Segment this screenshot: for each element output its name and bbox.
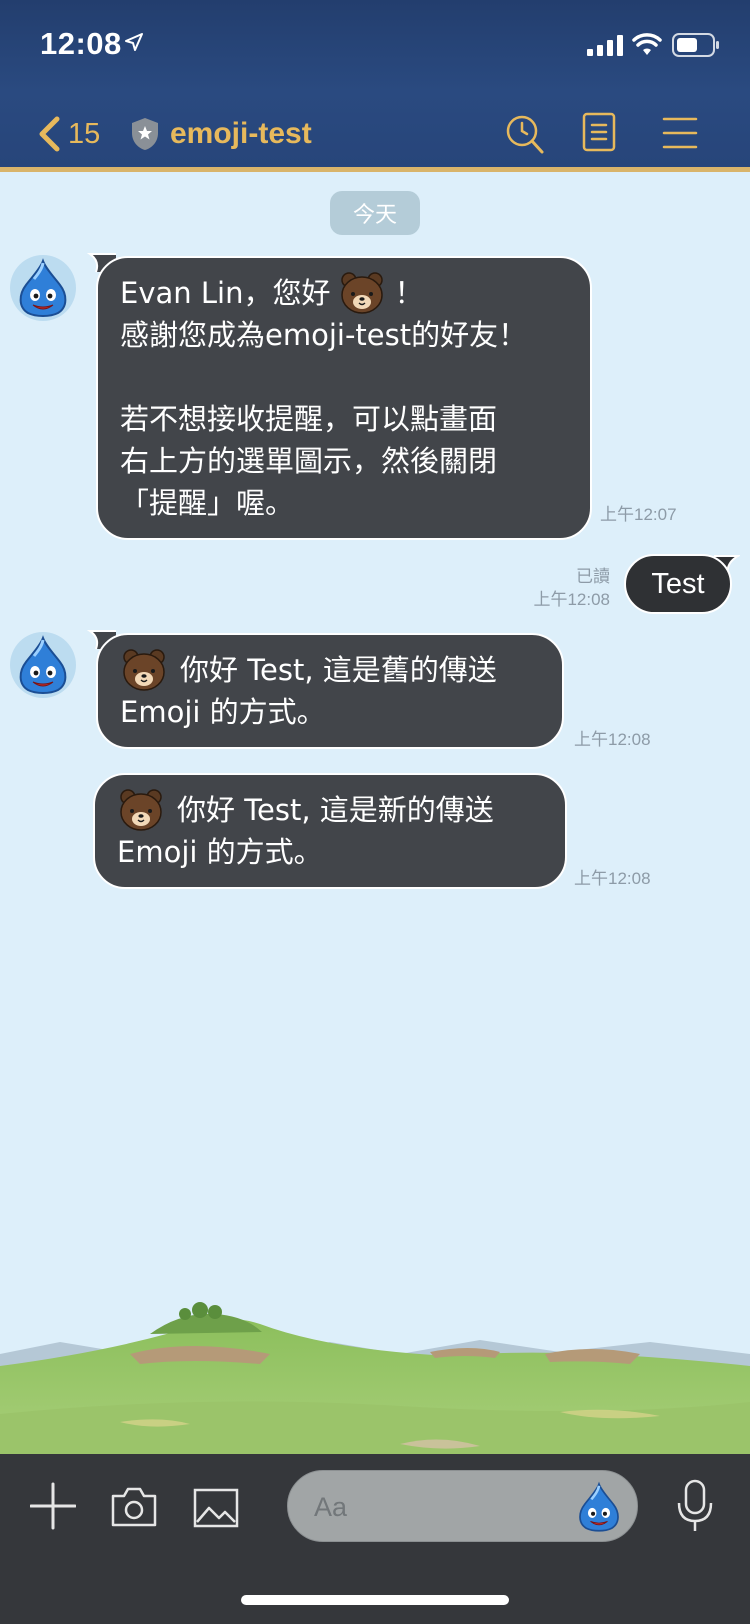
menu-icon[interactable]: [662, 116, 698, 150]
chat-title-group[interactable]: emoji-test: [130, 112, 312, 156]
read-receipt: 已讀: [576, 567, 610, 586]
search-icon[interactable]: [505, 112, 545, 156]
chat-header: 12:08 15 emoji-test: [0, 0, 750, 172]
input-toolbar: [0, 1454, 750, 1624]
nav-bar: 15 emoji-test: [0, 106, 750, 162]
bot-avatar[interactable]: [10, 632, 76, 698]
message-line: 「提醒」喔。: [120, 486, 295, 520]
brown-bear-emoji-icon: [120, 646, 168, 694]
location-arrow-icon: [125, 33, 143, 51]
message-timestamp: 上午12:08: [533, 590, 610, 609]
chevron-left-icon: [39, 116, 60, 152]
message-line: Emoji 的方式。: [117, 835, 323, 869]
camera-icon[interactable]: [110, 1486, 158, 1528]
slime-avatar-icon: [10, 255, 76, 321]
landscape-background: [0, 1302, 750, 1454]
message-input-box: [287, 1470, 638, 1543]
status-time: 12:08: [40, 26, 122, 61]
message-line: 右上方的選單圖示，然後關閉: [120, 444, 498, 478]
date-separator: 今天: [330, 191, 420, 235]
message-line: 若不想接收提醒，可以點畫面: [120, 402, 498, 436]
message-text: ！: [394, 276, 424, 310]
message-line: Evan Lin，您好 ！: [120, 272, 568, 314]
unread-count: 15: [68, 117, 101, 150]
plus-icon[interactable]: [30, 1482, 76, 1530]
slime-avatar-icon: [10, 632, 76, 698]
outgoing-message[interactable]: Test: [624, 554, 732, 614]
cellular-signal-icon: [587, 35, 623, 56]
sticker-emoji-icon[interactable]: [571, 1479, 627, 1535]
microphone-icon[interactable]: [675, 1479, 715, 1533]
message-input[interactable]: [314, 1471, 584, 1543]
message-line: 你好 Test, 這是新的傳送: [117, 789, 543, 831]
message-timestamp: 上午12:08: [574, 869, 651, 888]
message-line: 感謝您成為emoji-test的好友！: [120, 318, 528, 352]
official-account-shield-icon: [132, 118, 158, 150]
brown-bear-emoji-icon: [338, 269, 386, 317]
incoming-message-2[interactable]: 你好 Test, 這是舊的傳送 Emoji 的方式。: [96, 633, 564, 749]
back-button[interactable]: 15: [38, 112, 100, 156]
incoming-message-1[interactable]: Evan Lin，您好 ！ 感謝您成為emoji-test的好友！ 若不想接收提…: [96, 256, 592, 540]
message-text: 你好 Test, 這是新的傳送: [177, 793, 494, 827]
home-indicator[interactable]: [241, 1595, 509, 1605]
notes-icon[interactable]: [582, 112, 616, 152]
status-bar: 12:08: [0, 0, 750, 92]
wifi-icon: [632, 33, 662, 55]
image-icon[interactable]: [193, 1488, 239, 1528]
message-line: 你好 Test, 這是舊的傳送: [120, 649, 540, 691]
brown-bear-emoji-icon: [117, 786, 165, 834]
battery-icon: [672, 33, 719, 57]
chat-title: emoji-test: [170, 117, 312, 150]
message-timestamp: 上午12:08: [574, 730, 651, 749]
message-timestamp: 上午12:07: [600, 505, 677, 524]
message-text: Evan Lin，您好: [120, 276, 331, 310]
chat-area[interactable]: 今天 Evan Lin，您好 ！ 感謝您成為emoji-test的好友！ 若不想…: [0, 177, 750, 1454]
message-text: 你好 Test, 這是舊的傳送: [180, 653, 497, 687]
incoming-message-3[interactable]: 你好 Test, 這是新的傳送 Emoji 的方式。: [93, 773, 567, 889]
message-line: Emoji 的方式。: [120, 695, 326, 729]
bot-avatar[interactable]: [10, 255, 76, 321]
